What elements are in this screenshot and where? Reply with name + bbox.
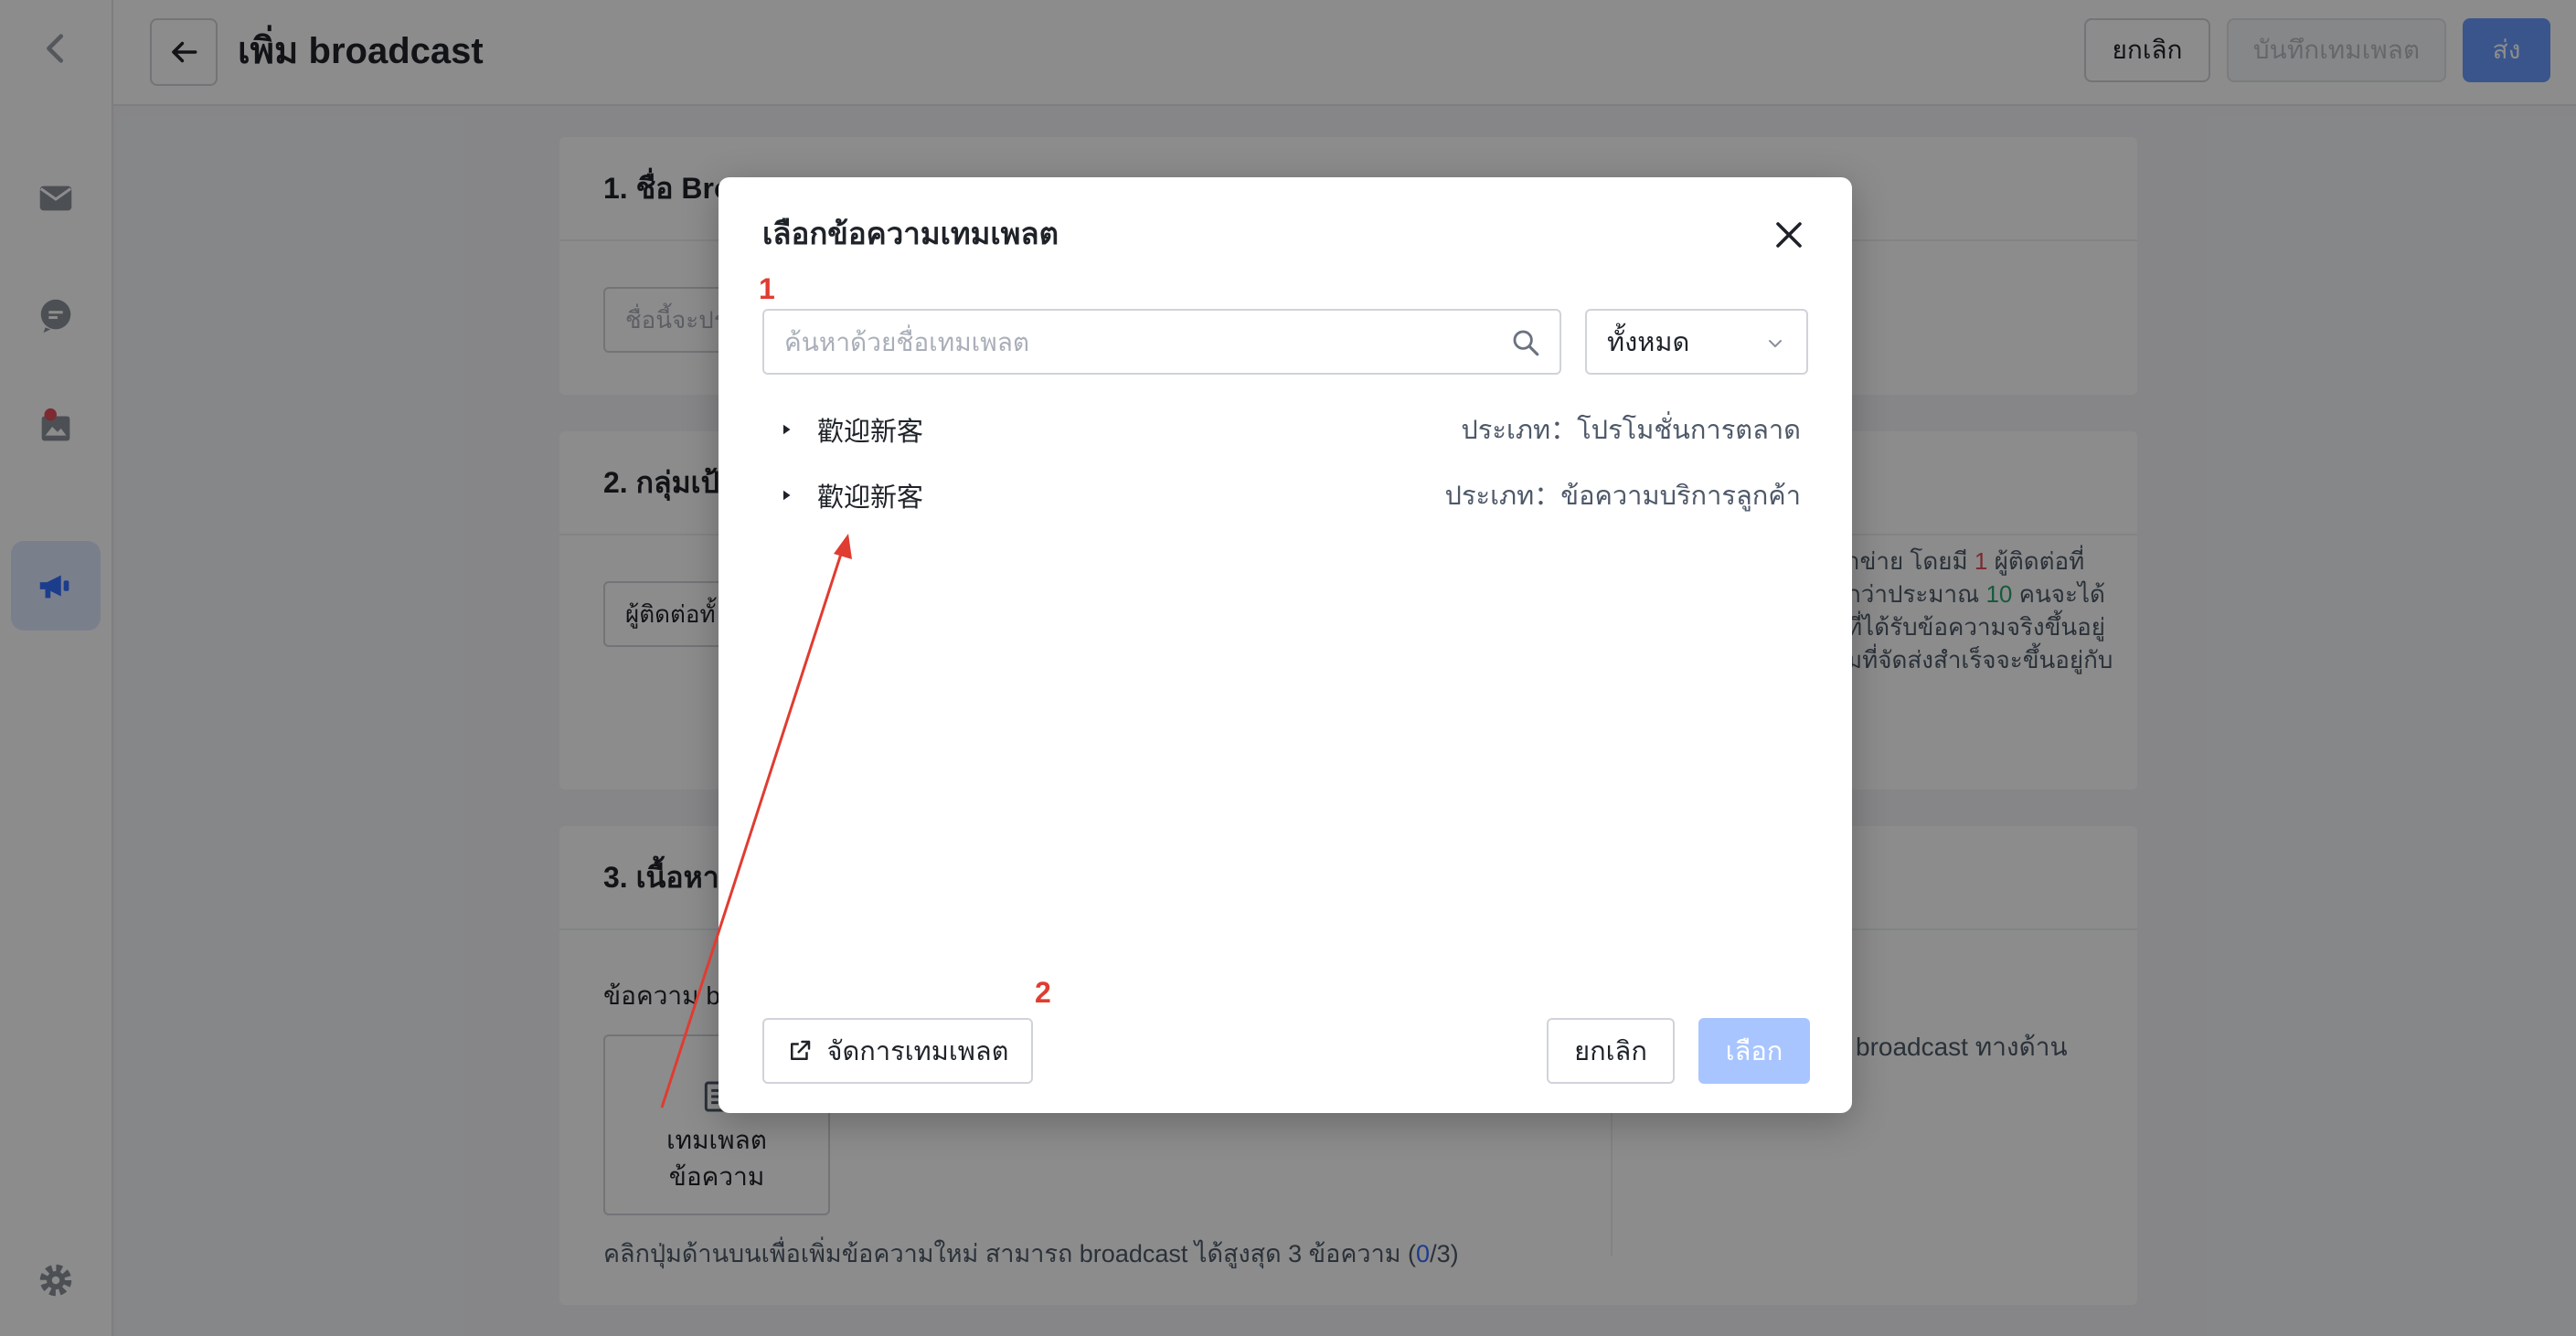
dialog-cancel-button[interactable]: ยกเลิก — [1547, 1018, 1675, 1084]
expand-caret-icon[interactable] — [768, 411, 804, 448]
chevron-down-icon — [1769, 340, 1782, 347]
external-link-icon — [791, 1040, 811, 1060]
annotation-number-1: 1 — [759, 272, 775, 305]
template-name: 歡迎新客 — [817, 418, 924, 447]
template-row[interactable]: 歡迎新客 ประเภท：โปรโมชั่นการตลาด — [762, 402, 1808, 457]
filter-value: ทั้งหมด — [1607, 328, 1690, 357]
search-icon[interactable] — [1510, 327, 1541, 358]
expand-caret-icon[interactable] — [768, 477, 804, 514]
select-template-dialog: เลือกข้อความเทมเพลต 1 ทั้งหมด 歡迎新客 ประเภ… — [719, 177, 1852, 1113]
close-icon — [1776, 222, 1802, 248]
template-type: ประเภท：โปรโมชั่นการตลาด — [1461, 416, 1801, 445]
dialog-select-button[interactable]: เลือก — [1698, 1018, 1810, 1084]
manage-templates-label: จัดการเทมเพลต — [826, 1037, 1009, 1066]
dialog-title: เลือกข้อความเทมเพลต — [762, 217, 1059, 250]
template-type: ประเภท：ข้อความบริการลูกค้า — [1444, 482, 1801, 511]
template-search-input[interactable] — [782, 311, 1481, 375]
template-row[interactable]: 歡迎新客 ประเภท：ข้อความบริการลูกค้า — [762, 468, 1808, 523]
template-name: 歡迎新客 — [817, 483, 924, 513]
template-search-box[interactable] — [762, 309, 1561, 375]
template-type-filter[interactable]: ทั้งหมด — [1585, 309, 1808, 375]
annotation-number-2: 2 — [1035, 976, 1051, 1009]
manage-templates-button[interactable]: จัดการเทมเพลต — [762, 1018, 1033, 1084]
close-dialog-button[interactable] — [1768, 214, 1810, 256]
